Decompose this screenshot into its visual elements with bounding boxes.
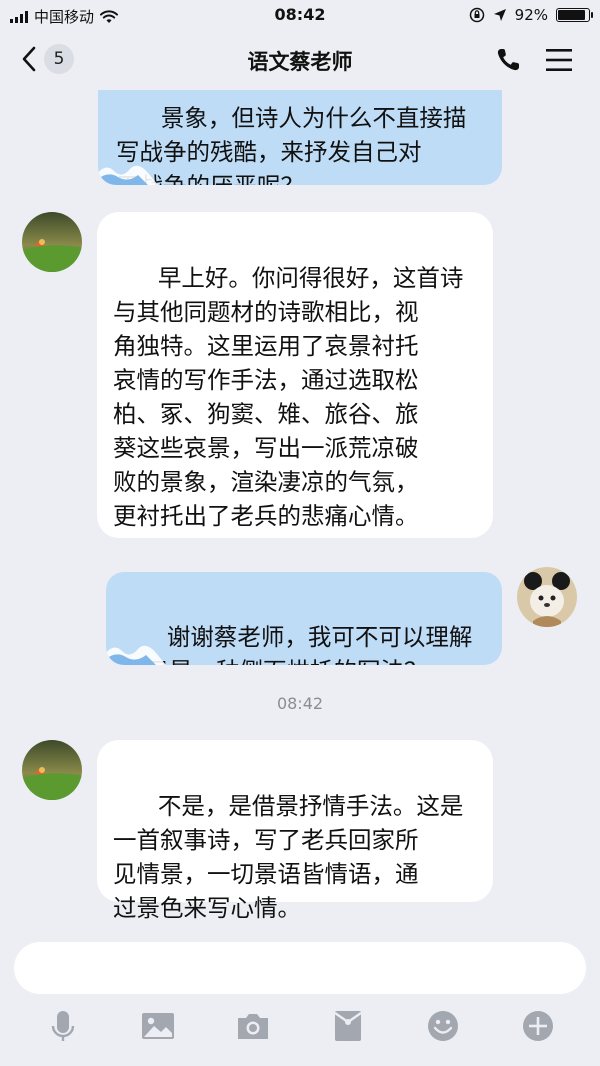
- battery-percent: 92%: [514, 6, 548, 24]
- image-icon[interactable]: [140, 1008, 176, 1044]
- phone-icon[interactable]: [494, 46, 522, 74]
- battery-icon: [556, 8, 593, 22]
- message-text: 景象，但诗人为什么不直接描 写战争的残酷，来抒发自己对 于战争的厌恶呢？: [116, 104, 467, 185]
- puppy-avatar-icon: [517, 567, 577, 627]
- message-text: 不是，是借景抒情手法。这是 一首叙事诗，写了老兵回家所 见情景，一切景语皆情语，…: [113, 792, 464, 922]
- user-avatar[interactable]: [517, 567, 577, 627]
- camera-icon[interactable]: [235, 1008, 271, 1044]
- teacher-avatar[interactable]: [22, 740, 82, 800]
- message-text: 早上好。你问得很好，这首诗 与其他同题材的诗歌相比，视 角独特。这里运用了哀景衬…: [113, 264, 464, 530]
- nav-bar: 5 语文蔡老师: [0, 30, 600, 90]
- plus-icon[interactable]: [520, 1008, 556, 1044]
- emoji-icon[interactable]: [425, 1008, 461, 1044]
- red-packet-icon[interactable]: [330, 1008, 366, 1044]
- landscape-avatar-icon: [22, 212, 82, 272]
- message-list[interactable]: 景象，但诗人为什么不直接描 写战争的残酷，来抒发自己对 于战争的厌恶呢？: [0, 60, 600, 930]
- location-icon: [493, 9, 506, 21]
- chat-screen: 中国移动 08:42 92% 5 语文蔡老师 景象，但诗人为什么不直接描 写战争…: [0, 0, 600, 1066]
- menu-icon[interactable]: [546, 48, 572, 72]
- battery-level: [558, 10, 586, 20]
- message-input[interactable]: [14, 942, 586, 994]
- teacher-avatar[interactable]: [22, 212, 82, 272]
- incoming-message-bubble[interactable]: 不是，是借景抒情手法。这是 一首叙事诗，写了老兵回家所 见情景，一切景语皆情语，…: [97, 740, 493, 922]
- message-text: 谢谢蔡老师，我可不可以理解 成只是一种侧面烘托的写法？: [122, 623, 473, 665]
- orientation-lock-icon: [469, 7, 484, 23]
- wave-decoration-icon: [106, 645, 166, 665]
- landscape-avatar-icon: [22, 740, 82, 800]
- status-right: 92%: [469, 6, 593, 24]
- wave-decoration-icon: [98, 165, 158, 185]
- input-area: [0, 930, 600, 1066]
- message-timestamp: 08:42: [276, 694, 324, 713]
- incoming-message-bubble[interactable]: 早上好。你问得很好，这首诗 与其他同题材的诗歌相比，视 角独特。这里运用了哀景衬…: [97, 212, 493, 538]
- microphone-icon[interactable]: [45, 1008, 81, 1044]
- status-bar: 中国移动 08:42 92%: [0, 0, 600, 30]
- outgoing-message-bubble[interactable]: 谢谢蔡老师，我可不可以理解 成只是一种侧面烘托的写法？: [106, 572, 502, 665]
